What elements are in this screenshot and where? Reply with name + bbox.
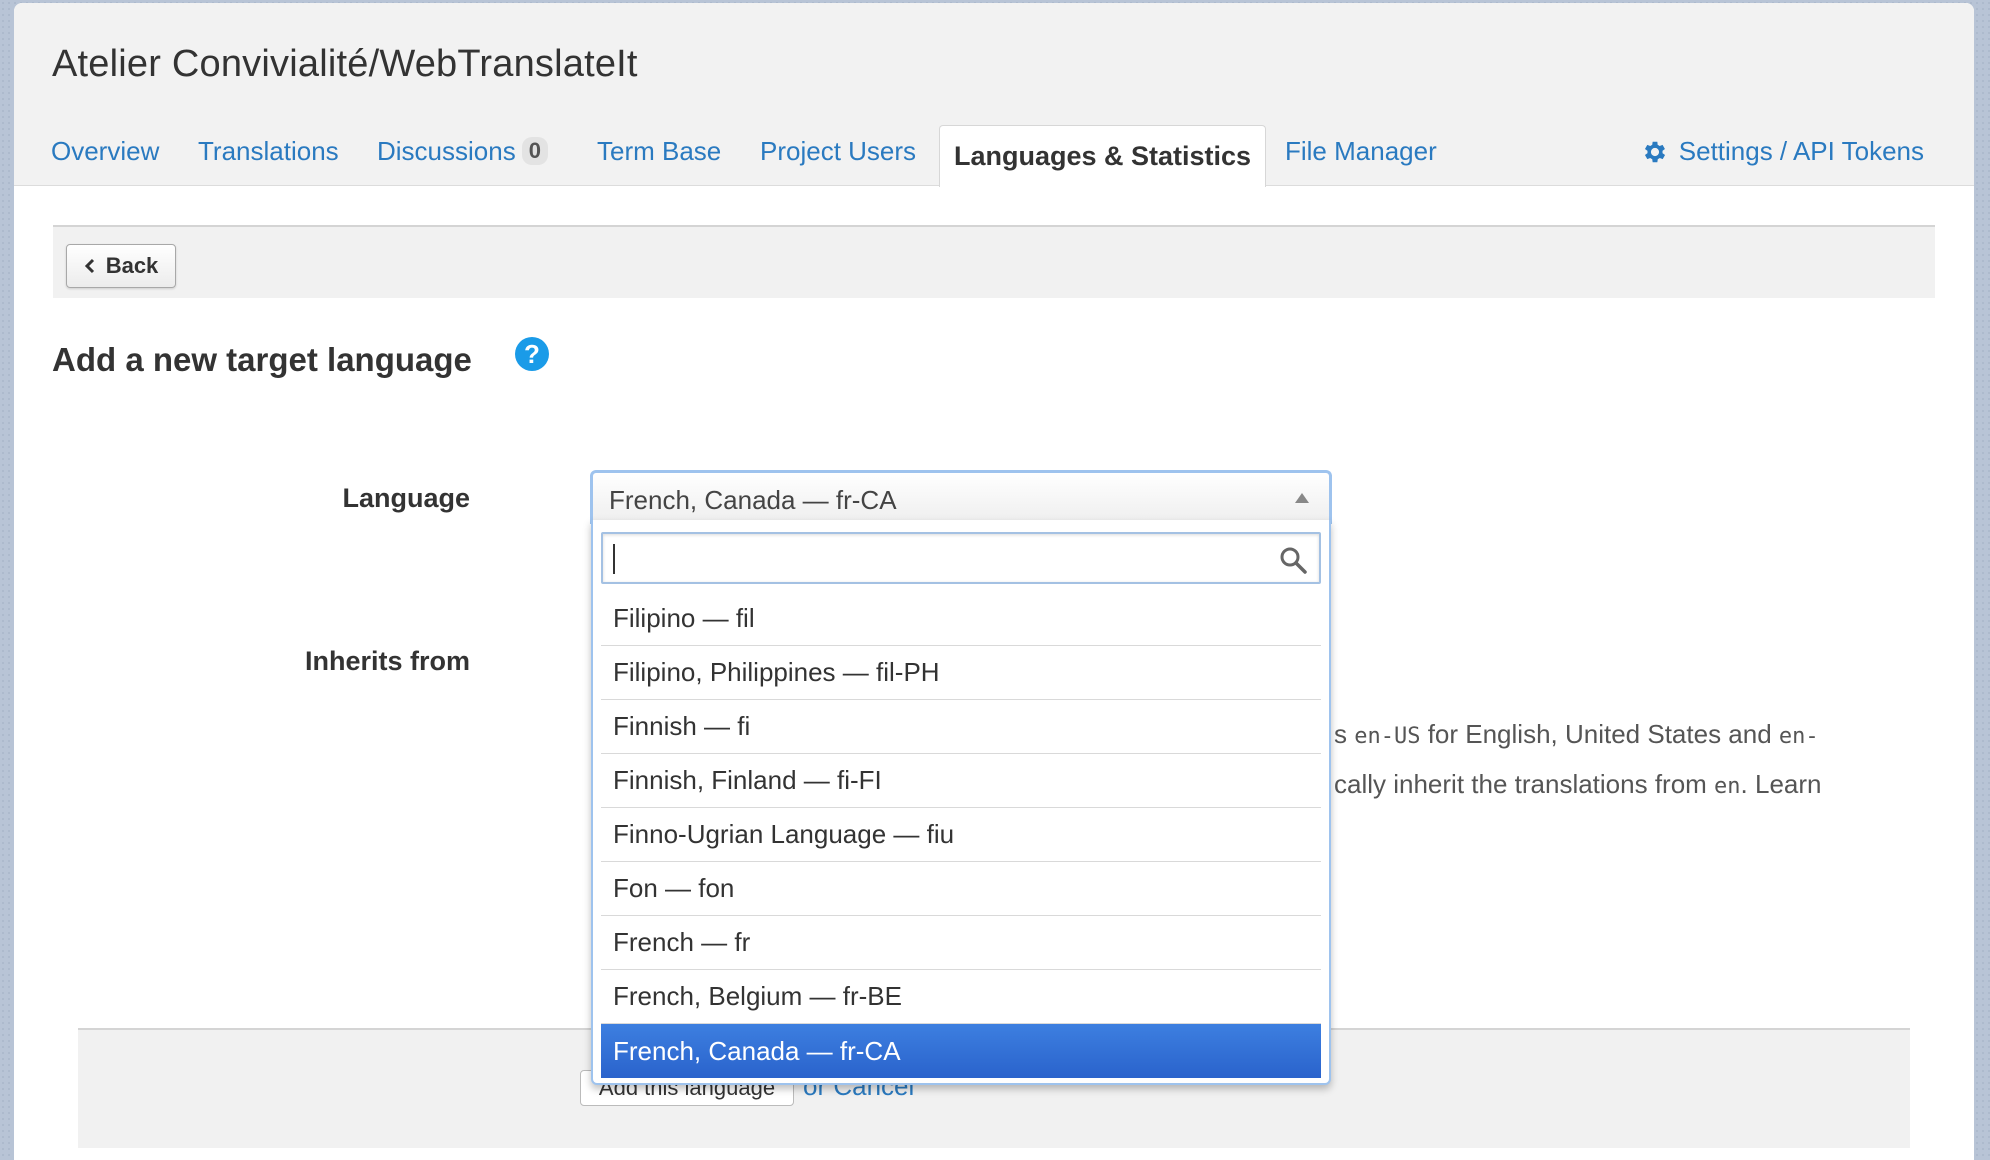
language-select[interactable]: French, Canada — fr-CA <box>590 470 1332 524</box>
search-input[interactable] <box>603 534 1319 582</box>
svg-text:?: ? <box>524 339 540 369</box>
dropdown-option-selected[interactable]: French, Canada — fr-CA <box>601 1024 1321 1078</box>
dropdown-option[interactable]: French — fr <box>601 916 1321 970</box>
tab-term-base[interactable]: Term Base <box>597 136 721 167</box>
language-label: Language <box>342 483 470 513</box>
back-button[interactable]: Back <box>66 244 176 288</box>
search-icon <box>1280 547 1307 574</box>
tab-project-users[interactable]: Project Users <box>760 136 916 167</box>
dropdown-option[interactable]: Finnish, Finland — fi-FI <box>601 754 1321 808</box>
dropdown-option[interactable]: Finnish — fi <box>601 700 1321 754</box>
hint-text-part: for English, United States and <box>1420 719 1779 749</box>
dropdown-option[interactable]: Fon — fon <box>601 862 1321 916</box>
dropdown-search[interactable] <box>601 532 1321 584</box>
dropdown-option[interactable]: Filipino — fil <box>601 592 1321 646</box>
dropdown-option[interactable]: Filipino, Philippines — fil-PH <box>601 646 1321 700</box>
settings-api-tokens-link[interactable]: Settings / API Tokens <box>1641 136 1924 167</box>
dropdown-option[interactable]: French, Belgium — fr-BE <box>601 970 1321 1024</box>
language-dropdown: Filipino — fil Filipino, Philippines — f… <box>591 520 1331 1085</box>
caret-up-icon <box>1295 493 1309 503</box>
hint-code: en <box>1714 774 1741 799</box>
hint-code: en-US <box>1354 724 1421 749</box>
dropdown-option[interactable]: Finno-Ugrian Language — fiu <box>601 808 1321 862</box>
project-header: Atelier Convivialité/WebTranslateIt Over… <box>14 3 1974 187</box>
project-title: Atelier Convivialité/WebTranslateIt <box>52 43 638 85</box>
app-window: Atelier Convivialité/WebTranslateIt Over… <box>14 3 1974 1160</box>
hint-line-1: s en-US for English, United States and e… <box>1334 719 1819 750</box>
gear-icon <box>1644 141 1665 162</box>
inherits-from-label: Inherits from <box>304 646 470 676</box>
chevron-left-icon <box>84 258 94 274</box>
language-select-value: French, Canada — fr-CA <box>609 485 897 515</box>
discussions-count-badge: 0 <box>521 137 548 165</box>
hint-line-2: cally inherit the translations from en. … <box>1334 769 1822 800</box>
learn-more-text: . Learn <box>1740 769 1822 799</box>
question-circle-icon[interactable]: ? <box>514 336 550 372</box>
dropdown-options: Filipino — fil Filipino, Philippines — f… <box>601 592 1321 1078</box>
tab-translations[interactable]: Translations <box>198 136 339 167</box>
tab-overview[interactable]: Overview <box>51 136 159 167</box>
hint-code: en- <box>1778 724 1819 749</box>
back-label: Back <box>105 253 159 278</box>
tab-discussions[interactable]: Discussions 0 <box>377 136 548 167</box>
hint-text-part: cally inherit the translations from <box>1334 769 1715 799</box>
text-caret <box>613 544 615 574</box>
page-title: Add a new target language <box>52 341 472 378</box>
settings-label: Settings / API Tokens <box>1678 136 1924 166</box>
tab-file-manager[interactable]: File Manager <box>1285 136 1437 167</box>
toolbar: Back <box>53 225 1935 298</box>
tab-languages-statistics[interactable]: Languages & Statistics <box>939 125 1266 187</box>
tab-discussions-label: Discussions <box>377 136 516 166</box>
hint-text-part: s <box>1334 719 1355 749</box>
